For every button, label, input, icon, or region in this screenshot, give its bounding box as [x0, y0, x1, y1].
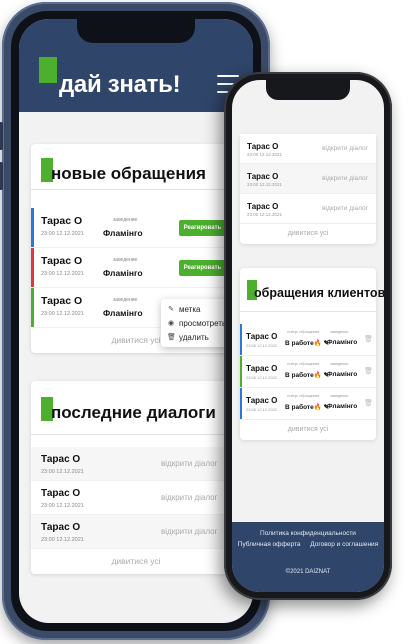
see-all-link[interactable]: дивитися усі: [240, 420, 376, 440]
open-dialog-link[interactable]: відкрити діалог: [161, 527, 218, 536]
pencil-icon: ✎: [168, 306, 174, 313]
trash-icon[interactable]: 🗑: [364, 399, 373, 407]
context-menu: ✎ метка ◉ просмотреть 🗑 удалить: [161, 299, 231, 347]
logo-text[interactable]: дай знать!: [59, 71, 181, 99]
status-stripe: [240, 356, 242, 387]
trash-icon: 🗑: [167, 334, 176, 341]
open-dialog-link[interactable]: відкрити діалог: [161, 493, 218, 502]
dialog-row[interactable]: Тарас О 23:00 12.12.2021 відкрити діалог: [31, 447, 241, 481]
dialogs-card: Тарас О 23:00 12.12.2021 відкрити діалог…: [240, 134, 376, 244]
client-request-row[interactable]: Тарас О 23:00 12.12.2021 статус обращени…: [240, 356, 376, 388]
last-dialogs-title: последние диалоги: [31, 381, 241, 435]
open-dialog-link[interactable]: відкрити діалог: [322, 205, 368, 212]
agreement-link[interactable]: Договор и соглашения: [310, 541, 378, 548]
footer-links: Публичная офферта Договор и соглашения: [232, 541, 384, 548]
volume-up-button: [0, 122, 3, 150]
client-request-row[interactable]: Тарас О 23:00 12.12.2021 статус обращени…: [240, 324, 376, 356]
status-stripe: [31, 288, 34, 327]
footer: Политика конфиденциальности Публичная оф…: [232, 522, 384, 592]
phone-front: Тарас О 23:00 12.12.2021 відкрити діалог…: [224, 72, 392, 600]
request-row[interactable]: Тарас О 23:00 12.12.2021 заведение Фламі…: [31, 208, 241, 248]
dialog-row[interactable]: Тарас О 23:00 12.12.2021 відкрити діалог: [240, 134, 376, 164]
see-all-link[interactable]: дивитися усі: [240, 224, 376, 244]
status-stripe: [240, 324, 242, 355]
status-stripe: [240, 388, 242, 419]
open-dialog-link[interactable]: відкрити діалог: [322, 175, 368, 182]
privacy-link[interactable]: Политика конфиденциальности: [232, 530, 384, 537]
status-stripe: [31, 248, 34, 287]
logo-mark: [39, 57, 57, 83]
context-menu-item-mark[interactable]: ✎ метка: [161, 302, 231, 316]
open-dialog-link[interactable]: відкрити діалог: [161, 459, 218, 468]
see-all-link[interactable]: дивитися усі: [31, 549, 241, 574]
client-requests-card: обращения клиентов Тарас О 23:00 12.12.2…: [240, 268, 384, 440]
context-menu-item-view[interactable]: ◉ просмотреть: [161, 316, 231, 330]
status-stripe: [31, 208, 34, 247]
offer-link[interactable]: Публичная офферта: [238, 541, 301, 548]
status-value[interactable]: В работе🔥 ✎: [285, 339, 329, 347]
status-value[interactable]: В работе🔥 ✎: [285, 371, 329, 379]
dialog-row[interactable]: Тарас О 23:00 12.12.2021 відкрити діалог: [240, 194, 376, 224]
eye-icon: ◉: [167, 320, 175, 327]
phone-back-screen: дай знать! новые обращения Тарас О 23:00…: [19, 19, 253, 623]
notch: [266, 80, 350, 100]
dialog-row[interactable]: Тарас О 23:00 12.12.2021 відкрити діалог: [31, 515, 241, 549]
request-row[interactable]: Тарас О 23:00 12.12.2021 заведение Фламі…: [31, 248, 241, 288]
new-requests-title: новые обращения: [31, 144, 241, 190]
dialog-row[interactable]: Тарас О 23:00 12.12.2021 відкрити діалог: [240, 164, 376, 194]
client-requests-title: обращения клиентов: [240, 268, 384, 312]
copyright: ©2021 DAIZNAT: [285, 569, 331, 575]
phone-front-screen: Тарас О 23:00 12.12.2021 відкрити діалог…: [232, 80, 384, 592]
client-request-row[interactable]: Тарас О 23:00 12.12.2021 статус обращени…: [240, 388, 376, 420]
volume-down-button: [0, 162, 3, 190]
notch: [77, 19, 195, 43]
trash-icon[interactable]: 🗑: [364, 367, 373, 375]
trash-icon[interactable]: 🗑: [364, 335, 373, 343]
last-dialogs-card: последние диалоги Тарас О 23:00 12.12.20…: [31, 381, 241, 574]
open-dialog-link[interactable]: відкрити діалог: [322, 145, 368, 152]
dialog-row[interactable]: Тарас О 23:00 12.12.2021 відкрити діалог: [31, 481, 241, 515]
status-value[interactable]: В работе🔥 ✎: [285, 403, 329, 411]
context-menu-item-delete[interactable]: 🗑 удалить: [161, 330, 231, 344]
